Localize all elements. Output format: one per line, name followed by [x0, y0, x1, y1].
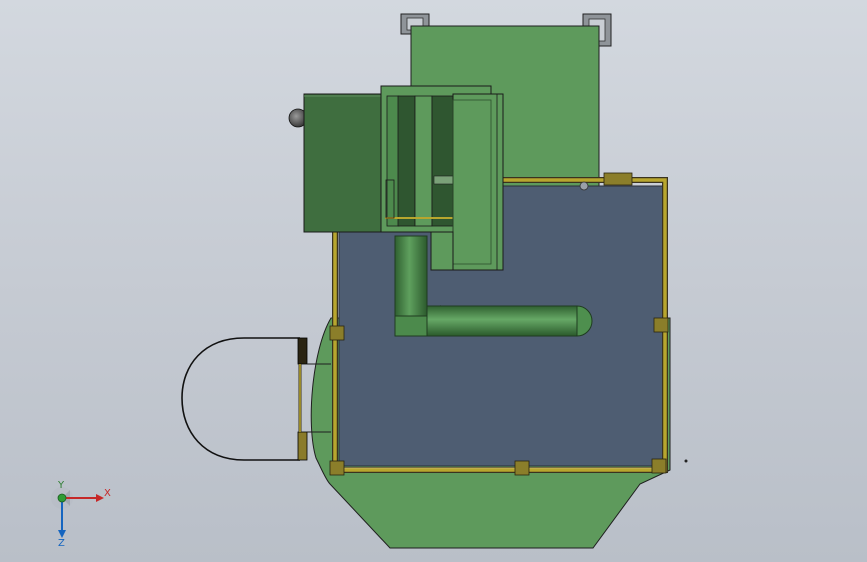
cable-loop — [181, 337, 331, 461]
coordinate-triad: X Y Z — [51, 480, 111, 548]
x-axis-label: X — [104, 488, 111, 499]
y-axis-dot — [57, 493, 67, 503]
y-axis-label: Y — [57, 480, 65, 491]
z-axis-label: Z — [58, 538, 65, 548]
model-view[interactable] — [0, 0, 867, 562]
control-box[interactable] — [288, 93, 385, 233]
cad-viewport[interactable]: X Y Z — [0, 0, 867, 562]
